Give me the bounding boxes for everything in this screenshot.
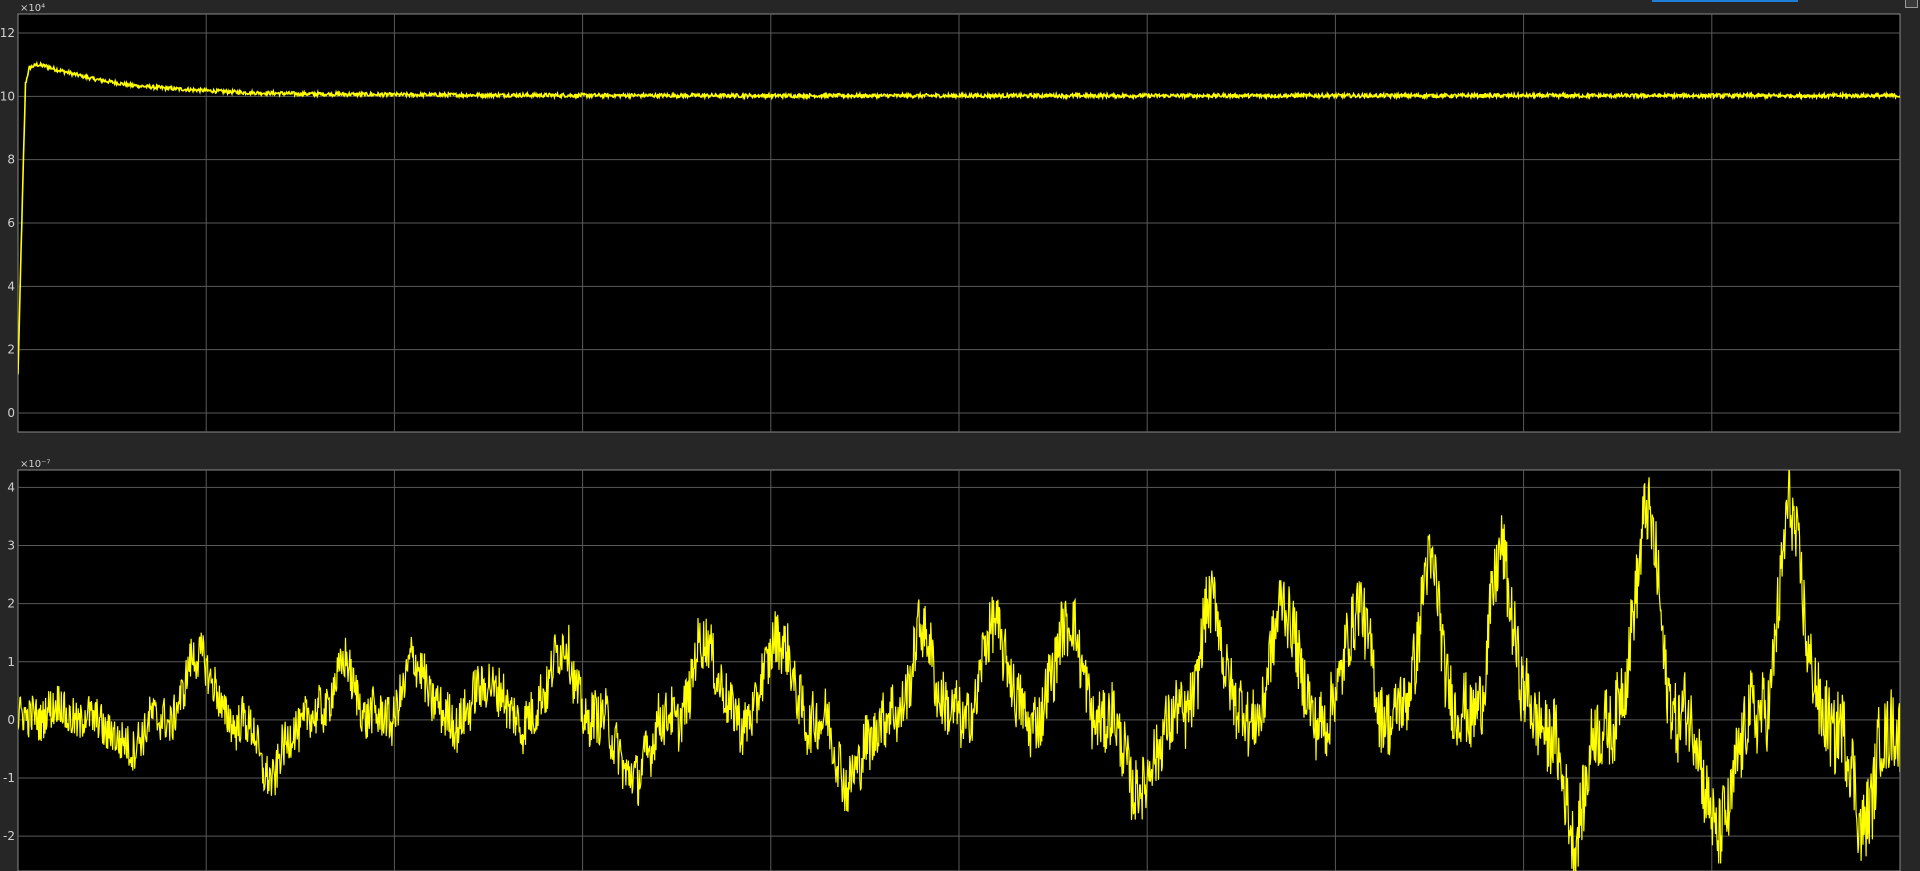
y-tick-label: 8 bbox=[7, 153, 15, 167]
y-tick-label: 4 bbox=[7, 279, 15, 293]
y-tick-label: 0 bbox=[7, 713, 15, 727]
y-tick-label: 2 bbox=[7, 597, 15, 611]
y-tick-label: 0 bbox=[7, 406, 15, 420]
axes-1: 0 2 4 6 8 10 12 ×10⁴ bbox=[0, 3, 1901, 433]
exponent-label: ×10⁴ bbox=[20, 3, 45, 14]
y-tick-label: 1 bbox=[7, 655, 15, 669]
scope-figure: 024681012×10⁴-2-101234×10⁻⁷ bbox=[0, 3, 1901, 871]
y-tick-label: 4 bbox=[7, 480, 15, 494]
y-tick-label: -1 bbox=[3, 771, 15, 785]
y-tick-label: -2 bbox=[3, 829, 15, 843]
exponent-label: ×10⁻⁷ bbox=[20, 459, 50, 470]
y-tick-label: 3 bbox=[7, 539, 15, 553]
axes-2: -2 -1 0 1 2 3 4 ×10⁻⁷ bbox=[3, 459, 1901, 871]
y-tick-label: 6 bbox=[7, 216, 15, 230]
y-tick-label: 2 bbox=[7, 343, 15, 357]
y-tick-label: 10 bbox=[0, 89, 15, 103]
y-tick-label: 12 bbox=[0, 26, 15, 40]
